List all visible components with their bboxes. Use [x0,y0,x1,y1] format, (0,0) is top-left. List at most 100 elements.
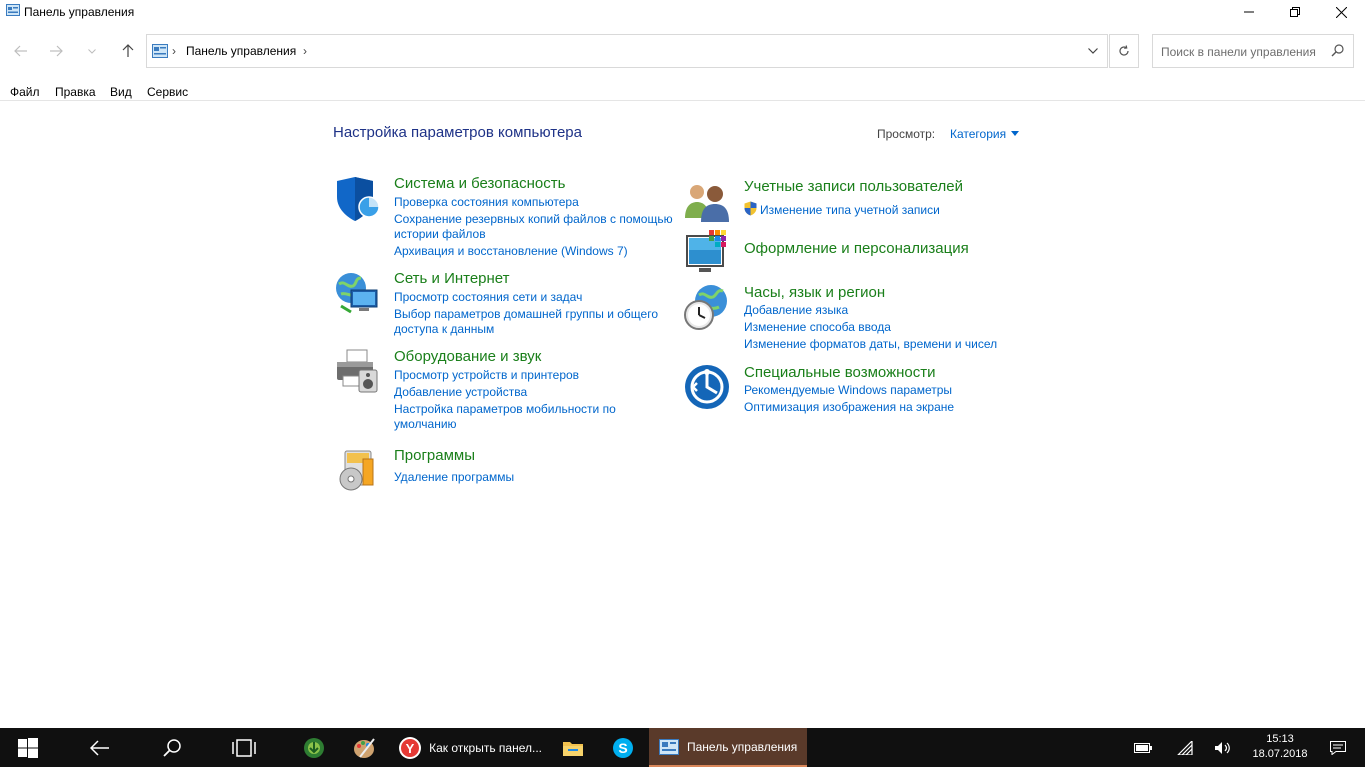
link-uninstall-program[interactable]: Удаление программы [394,469,514,485]
arrow-left-icon [90,739,109,756]
control-panel-window: Панель управления › Панель управления › … [0,0,1365,728]
link-optimize-display[interactable]: Оптимизация изображения на экране [744,399,954,415]
taskbar-pinned-explorer[interactable] [553,728,593,767]
control-panel-icon [152,44,168,58]
action-center-button[interactable] [1320,728,1356,767]
category-title-programs[interactable]: Программы [394,447,475,464]
menu-file[interactable]: Файл [10,85,40,99]
chevron-down-icon [1088,48,1098,54]
breadcrumb-control-panel[interactable]: Панель управления [186,44,296,58]
caret-down-icon[interactable] [1011,131,1019,136]
up-button[interactable] [116,34,140,68]
tray-time: 15:13 [1266,733,1294,745]
link-mobility-settings[interactable]: Настройка параметров мобильности по [394,401,616,417]
title-bar[interactable]: Панель управления [0,0,1365,24]
refresh-icon [1119,45,1129,56]
back-button[interactable] [9,34,33,68]
link-devices-printers[interactable]: Просмотр устройств и принтеров [394,367,579,383]
tray-wifi[interactable] [1172,728,1198,767]
refresh-button[interactable] [1109,34,1139,68]
shield-icon[interactable] [333,175,381,223]
minimize-button[interactable] [1226,0,1272,24]
ease-of-access-icon[interactable] [683,363,731,411]
arrow-left-icon [14,45,27,57]
windows-logo-icon [18,737,38,758]
link-mobility-settings-cont[interactable]: умолчанию [394,416,457,432]
start-button[interactable] [0,728,56,767]
address-bar[interactable]: › Панель управления › [146,34,1108,68]
task-view-button[interactable] [222,728,266,767]
clock-globe-icon[interactable] [683,283,731,331]
link-file-history-backup[interactable]: Сохранение резервных копий файлов с помо… [394,211,673,227]
taskbar-back-button[interactable] [78,728,122,767]
link-file-history-backup-cont[interactable]: истории файлов [394,226,486,242]
uac-shield-icon [744,201,757,216]
link-network-status[interactable]: Просмотр состояния сети и задач [394,289,582,305]
view-by-dropdown[interactable]: Категория [950,127,1006,141]
paint-palette-icon [354,737,375,758]
taskbar-pinned-skype[interactable]: S [603,728,643,767]
minimize-icon [1244,11,1254,13]
taskbar-pinned-paint[interactable] [344,728,384,767]
close-button[interactable] [1318,0,1364,24]
skype-icon: S [613,737,633,758]
wifi-icon [1177,740,1193,755]
task-view-icon [232,738,256,757]
arrow-right-icon [50,45,63,57]
printer-icon[interactable] [333,348,381,396]
search-placeholder: Поиск в панели управления [1161,45,1316,59]
monitor-palette-icon[interactable] [683,228,731,276]
menu-tools[interactable]: Сервис [147,85,188,99]
link-check-computer-status[interactable]: Проверка состояния компьютера [394,194,579,210]
category-title-system[interactable]: Система и безопасность [394,175,565,192]
close-icon [1335,6,1347,18]
link-add-device[interactable]: Добавление устройства [394,384,527,400]
link-change-input-method[interactable]: Изменение способа ввода [744,319,891,335]
tray-volume[interactable] [1210,728,1236,767]
link-recommended-settings[interactable]: Рекомендуемые Windows параметры [744,382,952,398]
tray-clock[interactable]: 15:13 18.07.2018 [1250,732,1310,762]
svg-text:Y: Y [406,741,415,756]
link-homegroup-sharing[interactable]: Выбор параметров домашней группы и общег… [394,306,658,322]
category-title-accessibility[interactable]: Специальные возможности [744,364,936,381]
network-globe-icon[interactable] [333,270,381,318]
category-hardware-sound: Оборудование и звук Просмотр устройств и… [333,348,678,434]
taskbar-app-label: Как открыть панел... [429,740,542,755]
taskbar-app-control-panel[interactable]: Панель управления [649,728,807,767]
taskbar-pinned-downloader[interactable] [294,728,334,767]
category-title-hardware[interactable]: Оборудование и звук [394,348,541,365]
category-title-appearance[interactable]: Оформление и персонализация [744,240,969,257]
link-change-account-type[interactable]: Изменение типа учетной записи [760,202,940,218]
window-title: Панель управления [24,5,135,19]
category-appearance: Оформление и персонализация [683,228,1028,276]
taskbar-app-browser[interactable]: Y Как открыть панел... [392,728,542,767]
yandex-browser-icon: Y [399,736,421,759]
category-title-accounts[interactable]: Учетные записи пользователей [744,178,963,195]
taskbar: Y Как открыть панел... S Панель управлен… [0,728,1365,767]
tray-battery[interactable] [1130,728,1156,767]
forward-button[interactable] [44,34,68,68]
category-clock-language-region: Часы, язык и регион Добавление языка Изм… [683,283,1028,353]
control-panel-icon [659,738,679,755]
breadcrumb-separator-icon[interactable]: › [303,44,307,58]
category-title-clock[interactable]: Часы, язык и регион [744,284,885,301]
category-title-network[interactable]: Сеть и Интернет [394,270,510,287]
restore-button[interactable] [1272,0,1318,24]
programs-icon[interactable] [333,447,381,495]
address-dropdown-button[interactable] [1083,35,1103,67]
menu-edit[interactable]: Правка [55,85,96,99]
search-icon [163,738,181,757]
link-homegroup-sharing-cont[interactable]: доступа к данным [394,321,494,337]
link-change-date-formats[interactable]: Изменение форматов даты, времени и чисел [744,336,997,352]
users-icon[interactable] [683,178,731,226]
recent-locations-button[interactable] [81,34,103,68]
link-add-language[interactable]: Добавление языка [744,302,848,318]
search-box[interactable]: Поиск в панели управления [1152,34,1354,68]
taskbar-search-button[interactable] [150,728,194,767]
link-backup-restore[interactable]: Архивация и восстановление (Windows 7) [394,243,628,259]
breadcrumb-separator-icon[interactable]: › [172,44,176,58]
menu-view[interactable]: Вид [110,85,132,99]
category-system-security: Система и безопасность Проверка состояни… [333,175,678,265]
view-by-label: Просмотр: [877,127,936,141]
category-user-accounts: Учетные записи пользователей Изменение т… [683,178,1028,226]
